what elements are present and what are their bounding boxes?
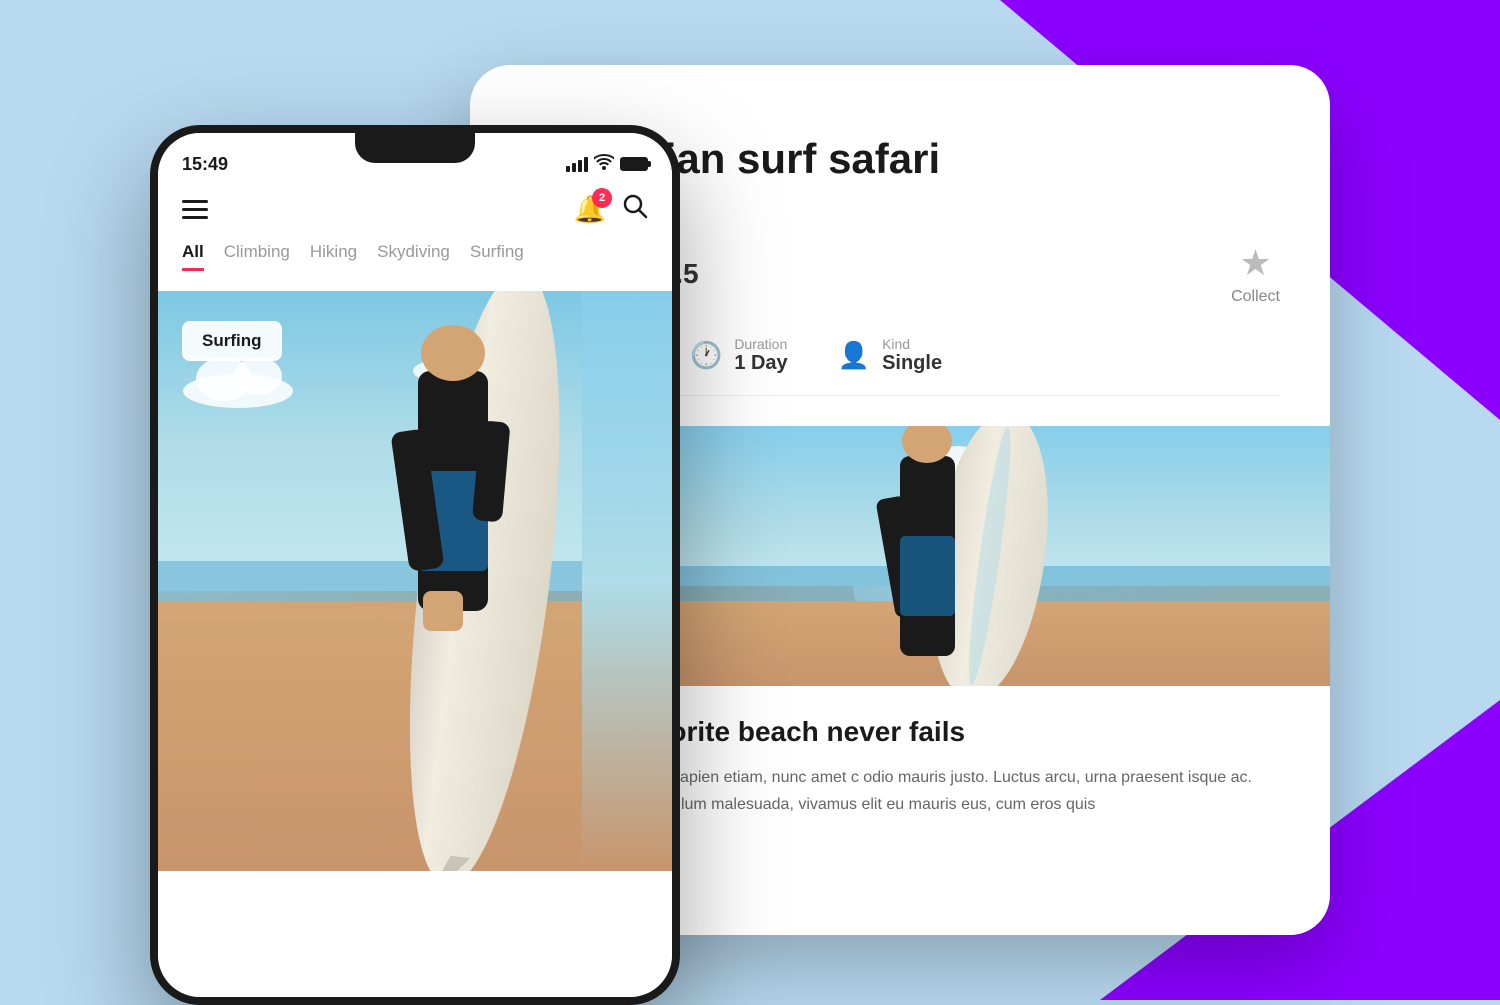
menu-line-1 [182, 200, 208, 203]
signal-icon [566, 156, 588, 172]
stat-duration: 🕐 Duration 1 Day [690, 336, 788, 375]
header-right: 🔔 2 [574, 193, 648, 226]
duration-icon: 🕐 [690, 340, 722, 371]
phones-container: Australian surf safari by Jake Burroughs… [150, 65, 1350, 935]
phone-screen: 15:49 [158, 133, 672, 997]
duration-text: Duration 1 Day [734, 336, 787, 375]
category-badge: Surfing [182, 321, 282, 361]
tab-skydiving[interactable]: Skydiving [377, 242, 450, 271]
kind-label: Kind [882, 336, 942, 352]
menu-line-3 [182, 216, 208, 219]
signal-bar-1 [566, 166, 570, 172]
duration-value: 1 Day [734, 352, 787, 375]
kind-text: Kind Single [882, 336, 942, 375]
tab-hiking[interactable]: Hiking [310, 242, 357, 271]
second-card-peek [582, 291, 672, 871]
signal-bar-4 [584, 157, 588, 172]
stat-kind: 👤 Kind Single [838, 336, 942, 375]
menu-button[interactable] [182, 200, 208, 219]
menu-line-2 [182, 208, 208, 211]
notification-badge: 2 [592, 188, 612, 208]
signal-bar-3 [578, 160, 582, 172]
battery-icon [620, 157, 648, 171]
tab-climbing[interactable]: Climbing [224, 242, 290, 271]
app-header: 🔔 2 [158, 183, 672, 242]
duration-label: Duration [734, 336, 787, 352]
collect-label: Collect [1231, 288, 1280, 306]
card-image-area[interactable]: Surfing [158, 291, 672, 871]
browse-phone: 15:49 [150, 125, 680, 1005]
status-icons [566, 154, 648, 175]
phone-notch [355, 133, 475, 163]
signal-bar-2 [572, 163, 576, 172]
wifi-icon [594, 154, 614, 175]
notification-bell[interactable]: 🔔 2 [574, 194, 606, 225]
status-time: 15:49 [182, 154, 228, 175]
tab-all[interactable]: All [182, 242, 204, 271]
collect-star-icon: ★ [1239, 242, 1271, 284]
kind-value: Single [882, 352, 942, 375]
collect-button[interactable]: ★ Collect [1231, 242, 1280, 306]
badge-text: Surfing [202, 331, 262, 350]
category-tabs: All Climbing Hiking Skydiving Surfing [158, 242, 672, 271]
tab-surfing[interactable]: Surfing [470, 242, 524, 271]
card-main-image: Surfing [158, 291, 672, 871]
search-button[interactable] [622, 193, 648, 226]
kind-icon: 👤 [838, 340, 870, 371]
